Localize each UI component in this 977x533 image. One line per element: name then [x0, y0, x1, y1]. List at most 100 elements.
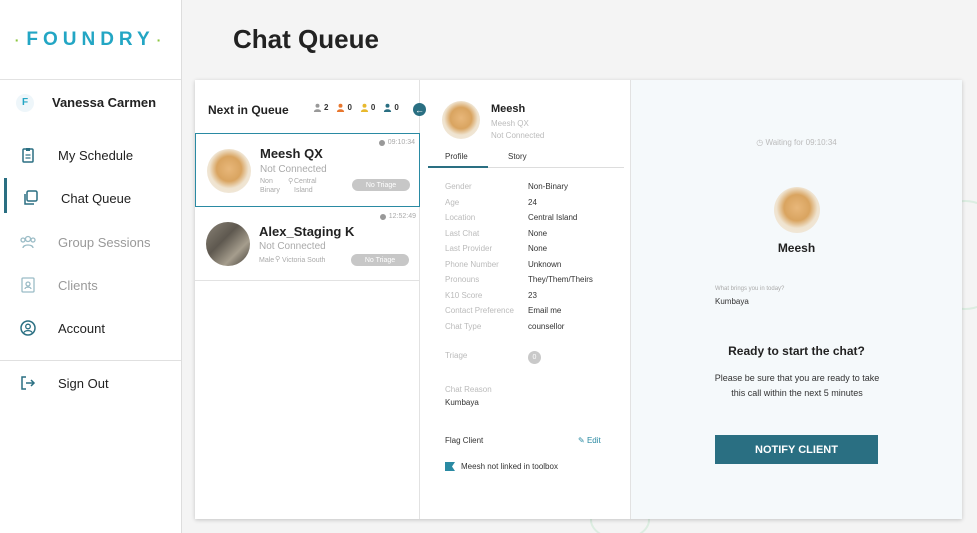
profile-name: Meesh	[491, 103, 526, 115]
field-value: Unknown	[528, 260, 562, 269]
client-status: Not Connected	[259, 241, 326, 252]
tab-profile[interactable]: Profile	[428, 152, 488, 168]
clock-icon: ◷	[756, 138, 764, 147]
nav-label: My Schedule	[58, 147, 134, 163]
field-label: Contact Preference	[445, 306, 514, 315]
nav-clients[interactable]: Clients	[0, 273, 181, 297]
field-label: Age	[445, 198, 460, 207]
person-orange-icon	[337, 103, 345, 112]
sidebar: · FOUNDRY · F Vanessa Carmen My Schedule…	[0, 0, 182, 533]
chat-start-panel: ◷ Waiting for 09:10:34 Meesh What brings…	[631, 80, 962, 519]
nav-label: Clients	[58, 277, 98, 293]
contact-card-icon	[21, 277, 35, 293]
client-location: Victoria South	[282, 257, 326, 264]
client-profile-panel: Meesh Meesh QX Not Connected Profile Sto…	[420, 80, 631, 519]
ready-description: Please be sure that you are ready to tak…	[714, 373, 880, 398]
flag-icon	[445, 462, 455, 471]
toolbox-status: Meesh not linked in toolbox	[445, 462, 558, 471]
queue-count-yellow: 0	[360, 103, 375, 112]
nav-divider	[0, 360, 181, 361]
nav-label: Chat Queue	[61, 190, 132, 206]
queue-item[interactable]: Meesh QX Not Connected Non Binary ⚲ Cent…	[195, 133, 420, 207]
queue-title: Next in Queue	[208, 103, 289, 117]
notify-client-button[interactable]: NOTIFY CLIENT	[715, 435, 878, 464]
field-value: Email me	[528, 306, 562, 315]
profile-avatar	[442, 101, 480, 139]
nav-my-schedule[interactable]: My Schedule	[0, 143, 181, 167]
client-name: Alex_Staging K	[259, 224, 355, 239]
brand-logo[interactable]: · FOUNDRY ·	[0, 0, 181, 80]
client-gender: Non Binary	[260, 178, 280, 194]
account-icon	[20, 320, 36, 336]
profile-tabs: Profile Story	[428, 152, 624, 168]
sign-out-label: Sign Out	[58, 375, 109, 391]
field-value: Central Island	[528, 213, 578, 222]
field-value: counsellor	[528, 322, 565, 331]
edit-flag-button[interactable]: ✎ Edit	[578, 436, 601, 445]
page-title: Chat Queue	[233, 24, 379, 54]
field-value: They/Them/Theirs	[528, 275, 593, 284]
field-label: Gender	[445, 182, 472, 191]
triage-count-badge: 0	[528, 351, 541, 364]
nav-chat-queue[interactable]: Chat Queue	[0, 178, 181, 213]
person-grey-icon	[313, 103, 322, 112]
chat-queue-icon	[24, 190, 38, 205]
triage-badge: No Triage	[351, 254, 409, 266]
client-location: Central Island	[294, 178, 317, 194]
flag-client-label: Flag Client	[445, 436, 484, 445]
person-teal-icon	[384, 103, 392, 112]
clipboard-icon	[22, 148, 34, 163]
ready-title: Ready to start the chat?	[728, 344, 865, 358]
clock-icon	[379, 213, 386, 220]
wait-time: 09:10:34	[378, 139, 415, 146]
field-label: Last Provider	[445, 244, 493, 253]
client-name-large: Meesh	[777, 241, 816, 255]
queue-count-orange: 0	[336, 103, 352, 112]
sign-out-button[interactable]: Sign Out	[0, 371, 181, 395]
queue-counts: 2 0 0 0	[313, 103, 399, 112]
intake-answer: Kumbaya	[715, 297, 749, 306]
client-name: Meesh QX	[260, 146, 323, 161]
field-value: 24	[528, 198, 537, 207]
nav-account[interactable]: Account	[0, 316, 181, 340]
queue-count-grey: 2	[313, 103, 328, 112]
foundry-avatar-icon: F	[16, 93, 34, 112]
queue-panel: Next in Queue 2 0 0 0 ← Meesh QX Not Con…	[195, 80, 426, 519]
field-label: Location	[445, 213, 476, 222]
client-avatar	[207, 149, 251, 193]
field-label: Pronouns	[445, 275, 480, 284]
nav-label: Account	[58, 320, 105, 336]
nav-group-sessions[interactable]: Group Sessions	[0, 230, 181, 254]
person-yellow-icon	[360, 103, 369, 112]
client-avatar	[206, 222, 250, 266]
location-pin-icon: ⚲	[275, 256, 281, 263]
tab-story[interactable]: Story	[508, 152, 527, 168]
profile-status: Not Connected	[491, 131, 545, 140]
field-label: Phone Number	[445, 260, 499, 269]
field-value: None	[528, 244, 548, 253]
user-profile[interactable]: F Vanessa Carmen	[0, 80, 181, 125]
field-value: None	[528, 229, 548, 238]
field-value: 23	[528, 291, 537, 300]
waiting-time: ◷ Waiting for 09:10:34	[756, 138, 837, 147]
client-avatar-large	[774, 187, 820, 233]
queue-item[interactable]: Alex_Staging K Not Connected Male ⚲ Vict…	[195, 207, 420, 281]
user-name: Vanessa Carmen	[52, 95, 157, 110]
intake-question: What brings you in today?	[715, 286, 785, 292]
chat-queue-card: Next in Queue 2 0 0 0 ← Meesh QX Not Con…	[195, 80, 962, 519]
profile-fullname: Meesh QX	[491, 119, 529, 128]
clock-icon	[378, 139, 385, 146]
group-icon	[20, 235, 36, 249]
field-label: K10 Score	[445, 291, 483, 300]
field-value: Non-Binary	[528, 182, 569, 191]
sign-out-icon	[21, 376, 36, 390]
field-label: Last Chat	[445, 229, 480, 238]
triage-label: Triage	[445, 351, 468, 360]
brand-name: FOUNDRY	[26, 28, 155, 50]
client-gender: Male	[259, 257, 275, 264]
queue-count-teal: 0	[383, 103, 399, 112]
field-label: Chat Type	[445, 322, 482, 331]
client-status: Not Connected	[260, 164, 327, 175]
toolbox-text: Meesh not linked in toolbox	[461, 462, 558, 471]
pencil-icon: ✎	[578, 436, 585, 445]
